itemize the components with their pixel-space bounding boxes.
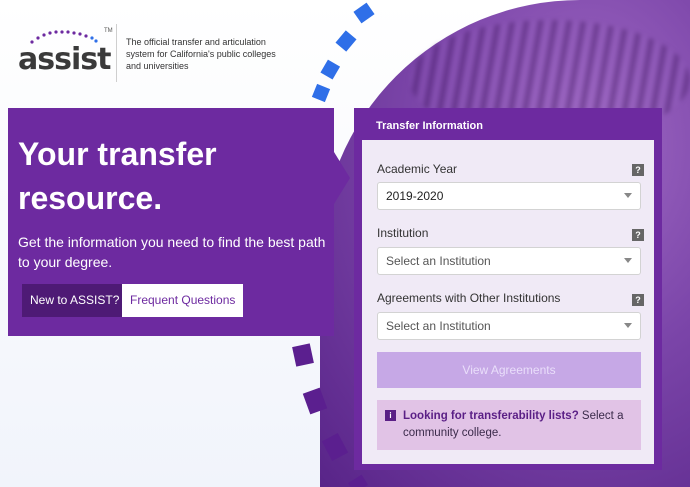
panel-title: Transfer Information — [376, 120, 483, 132]
hero-banner: Your transfer resource. Get the informat… — [8, 108, 334, 336]
hero-description: Get the information you need to find the… — [18, 234, 326, 270]
assist-logo[interactable]: TM assist — [18, 28, 114, 77]
hero-pointer — [334, 152, 350, 204]
agreements-placeholder: Select an Institution — [386, 319, 491, 333]
help-icon[interactable]: ? — [632, 229, 644, 241]
note-bold-text: Looking for transferability lists? — [403, 410, 579, 422]
tagline: The official transfer and articulation s… — [126, 37, 276, 71]
frequent-questions-button[interactable]: Frequent Questions — [122, 284, 244, 317]
institution-placeholder: Select an Institution — [386, 254, 491, 268]
new-to-assist-button[interactable]: New to ASSIST? — [22, 284, 128, 317]
academic-year-label: Academic Year — [377, 162, 458, 176]
chevron-down-icon — [624, 193, 632, 198]
institution-label: Institution — [377, 226, 429, 240]
view-agreements-button[interactable]: View Agreements — [377, 352, 641, 388]
help-icon[interactable]: ? — [632, 294, 644, 306]
chevron-down-icon — [624, 323, 632, 328]
page: TM assist The official transfer and arti… — [0, 0, 690, 487]
info-icon: i — [385, 410, 396, 421]
agreements-select[interactable]: Select an Institution — [377, 312, 641, 340]
hero-title: Your transfer resource. — [18, 136, 217, 216]
arc-dashes-blue — [311, 2, 375, 103]
transfer-info-panel: Transfer Information Academic Year ? 201… — [354, 108, 662, 470]
logo-wordmark: assist — [18, 42, 111, 77]
help-icon[interactable]: ? — [632, 164, 644, 176]
agreements-label: Agreements with Other Institutions — [377, 291, 561, 305]
panel-body: Academic Year ? 2019-2020 Institution ? … — [362, 140, 654, 464]
trademark: TM — [104, 28, 113, 34]
academic-year-select[interactable]: 2019-2020 — [377, 182, 641, 210]
note-text: Looking for transferability lists? Selec… — [403, 408, 633, 442]
institution-select[interactable]: Select an Institution — [377, 247, 641, 275]
header-divider — [116, 24, 117, 82]
chevron-down-icon — [624, 258, 632, 263]
academic-year-value: 2019-2020 — [386, 189, 444, 203]
transferability-note: i Looking for transferability lists? Sel… — [377, 400, 641, 450]
